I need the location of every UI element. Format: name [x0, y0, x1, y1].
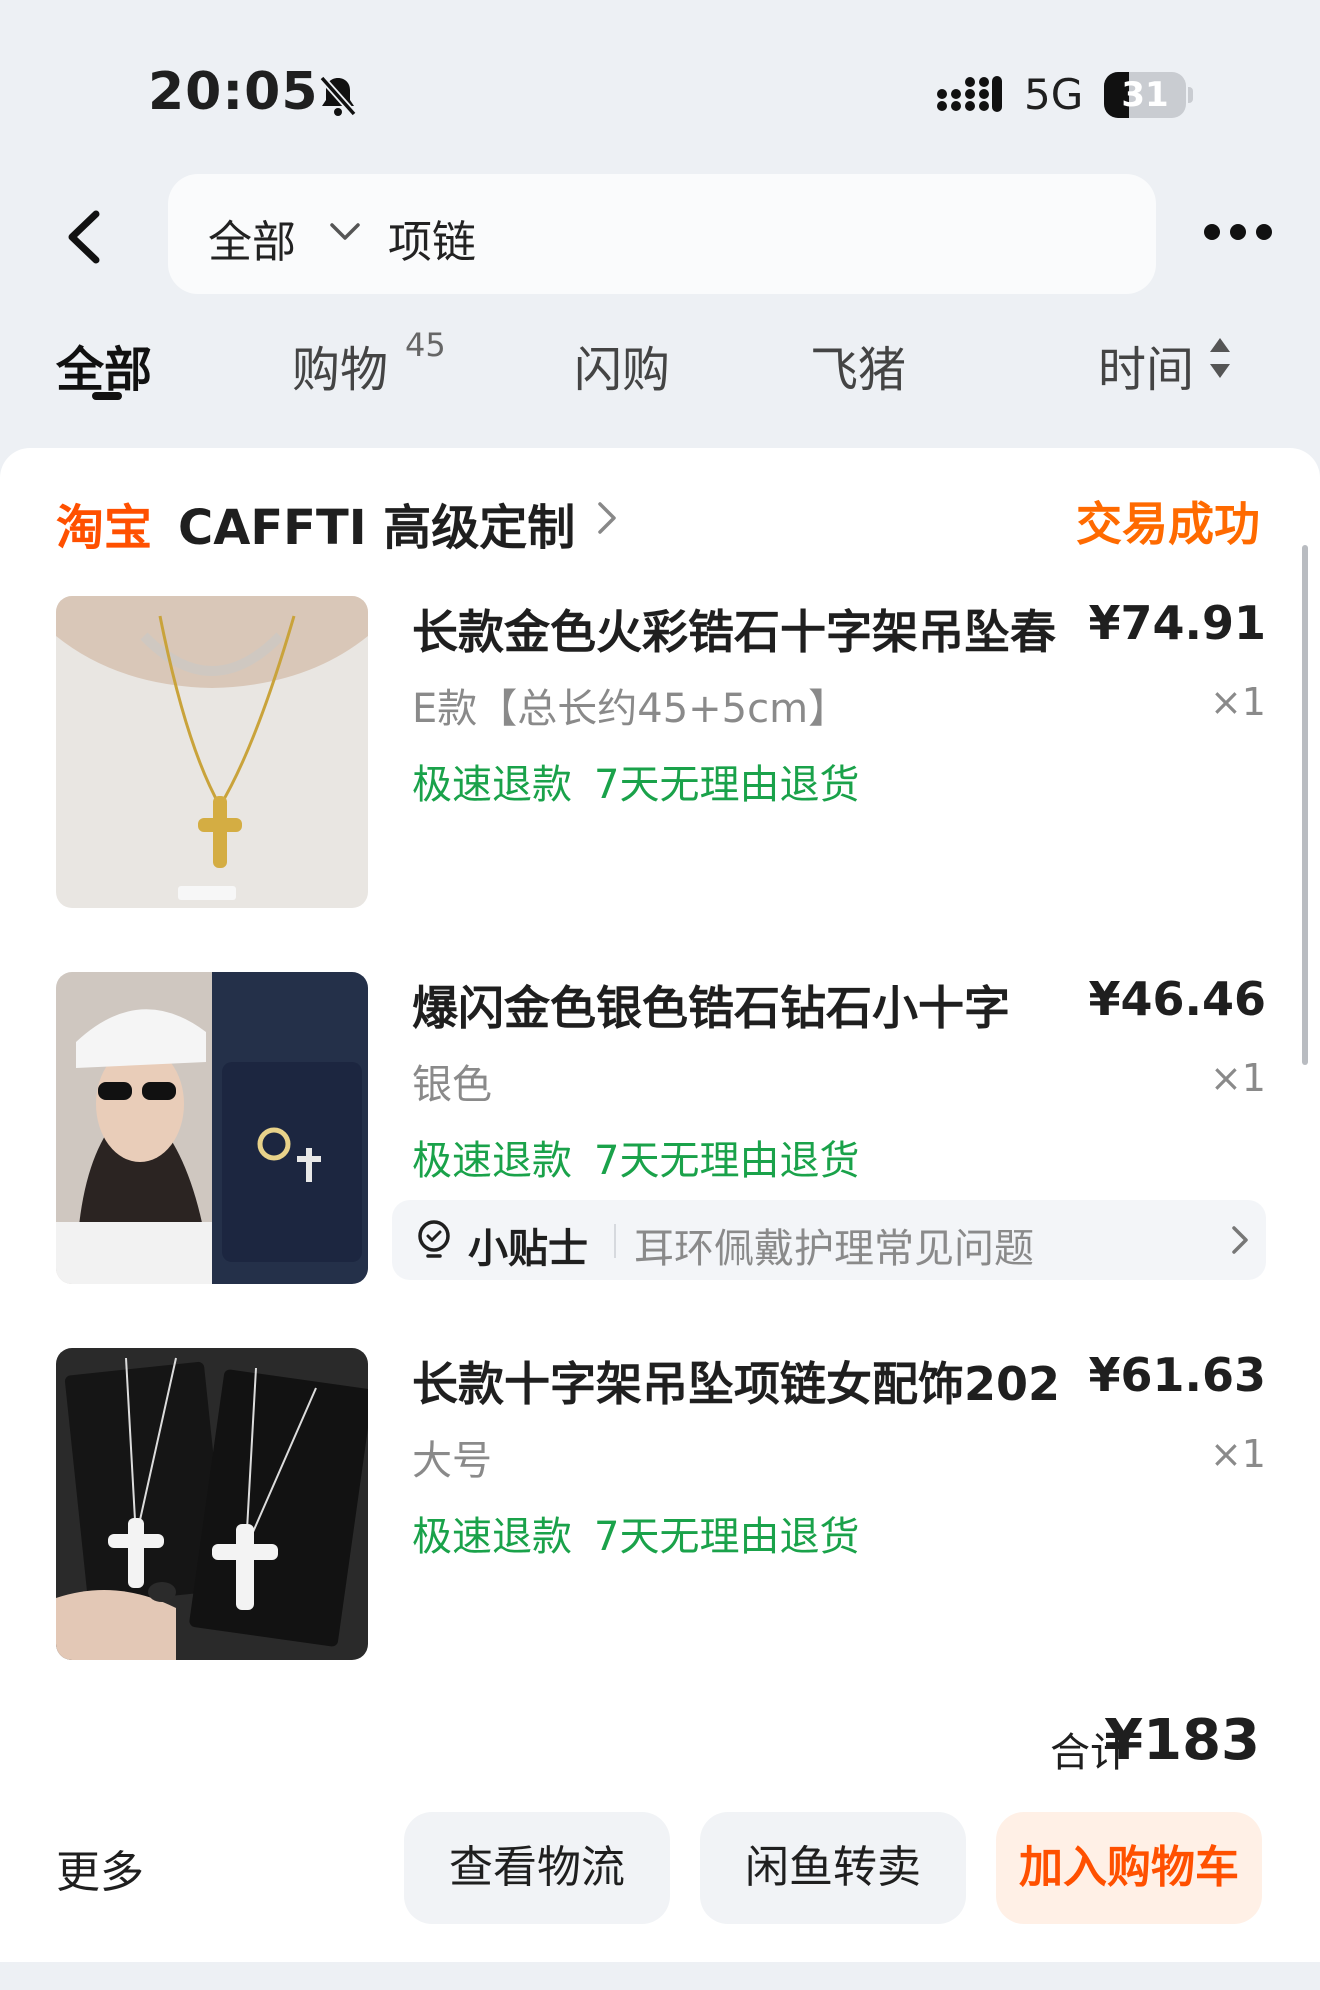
product-sku: 银色	[412, 1062, 492, 1108]
more-options-icon[interactable]	[1200, 218, 1276, 248]
tab-shopping[interactable]: 购物	[292, 330, 388, 400]
product-price: ¥74.91	[1088, 596, 1266, 650]
product-sku: 大号	[412, 1438, 492, 1484]
product-title[interactable]: 长款金色火彩锆石十字架吊坠春	[412, 596, 1092, 662]
product-quantity: ×1	[1209, 1056, 1266, 1100]
tip-divider	[614, 1224, 616, 1258]
order-item[interactable]: 爆闪金色银色锆石钻石小十字 ¥46.46 银色 ×1 极速退款 7天无理由退货 小…	[56, 972, 1266, 1292]
product-sku: E款【总长约45+5cm】	[412, 686, 849, 732]
shop-name[interactable]: CAFFTI 高级定制	[178, 488, 575, 558]
status-time: 20:05	[148, 62, 319, 122]
search-input[interactable]: 项链	[388, 206, 476, 270]
product-price: ¥61.63	[1088, 1348, 1266, 1402]
product-image[interactable]	[56, 596, 368, 908]
xianyu-resell-button[interactable]: 闲鱼转卖	[700, 1812, 966, 1924]
status-bar: 20:05 5G 31	[0, 0, 1320, 170]
fast-refund-badge: 极速退款	[412, 762, 572, 808]
chevron-right-icon[interactable]	[596, 500, 618, 536]
product-title[interactable]: 爆闪金色银色锆石钻石小十字	[412, 972, 1092, 1038]
battery-level: 31	[1121, 75, 1169, 115]
next-card-edge	[0, 1962, 1320, 1990]
battery-icon: 31	[1104, 72, 1193, 118]
seven-day-return-badge: 7天无理由退货	[594, 1514, 860, 1560]
product-image[interactable]	[56, 1348, 368, 1660]
care-tip-bar[interactable]: 小贴士 耳环佩戴护理常见问题	[392, 1200, 1266, 1280]
fast-refund-badge: 极速退款	[412, 1138, 572, 1184]
back-arrow-icon[interactable]	[56, 202, 116, 272]
fast-refund-badge: 极速退款	[412, 1514, 572, 1560]
more-actions-button[interactable]: 更多	[56, 1836, 144, 1900]
product-title[interactable]: 长款十字架吊坠项链女配饰202	[412, 1348, 1092, 1414]
service-badges: 极速退款 7天无理由退货	[412, 752, 881, 810]
sort-icon[interactable]	[1208, 336, 1232, 380]
active-tab-indicator	[92, 392, 122, 400]
tab-all[interactable]: 全部	[56, 330, 152, 400]
shopping-count-badge: 45	[405, 326, 446, 364]
search-bar[interactable]: 全部 项链	[168, 174, 1156, 294]
product-quantity: ×1	[1209, 680, 1266, 724]
seven-day-return-badge: 7天无理由退货	[594, 762, 860, 808]
scrollbar[interactable]	[1302, 545, 1308, 1065]
view-logistics-button[interactable]: 查看物流	[404, 1812, 670, 1924]
add-to-cart-button[interactable]: 加入购物车	[996, 1812, 1262, 1924]
product-image[interactable]	[56, 972, 368, 1284]
order-item[interactable]: 长款十字架吊坠项链女配饰202 ¥61.63 大号 ×1 极速退款 7天无理由退货	[56, 1348, 1266, 1668]
taobao-logo: 淘宝	[56, 500, 153, 556]
order-item[interactable]: 长款金色火彩锆石十字架吊坠春 ¥74.91 E款【总长约45+5cm】 ×1 极…	[56, 596, 1266, 916]
tip-label: 小贴士	[468, 1226, 588, 1272]
chevron-right-icon[interactable]	[1230, 1224, 1250, 1256]
tab-time-sort[interactable]: 时间	[1098, 330, 1194, 400]
filter-tabs: 全部 购物 闪购 飞猪 时间	[0, 320, 1320, 430]
tab-flash-buy[interactable]: 闪购	[574, 330, 670, 400]
service-badges: 极速退款 7天无理由退货	[412, 1128, 881, 1186]
order-card[interactable]: 淘宝 CAFFTI 高级定制 交易成功 长款金色火彩锆石十字架吊坠春 ¥74.9…	[0, 448, 1320, 1990]
total-amount: ¥183	[1104, 1708, 1260, 1773]
lightbulb-tip-icon	[418, 1220, 450, 1258]
tip-text[interactable]: 耳环佩戴护理常见问题	[634, 1216, 1034, 1274]
order-status: 交易成功	[1076, 497, 1260, 551]
cellular-signal-icon	[937, 76, 1002, 112]
bell-muted-icon	[319, 75, 357, 117]
search-scope-selector[interactable]: 全部	[208, 206, 296, 270]
seven-day-return-badge: 7天无理由退货	[594, 1138, 860, 1184]
service-badges: 极速退款 7天无理由退货	[412, 1504, 881, 1562]
chevron-down-icon[interactable]	[328, 220, 362, 244]
product-price: ¥46.46	[1088, 972, 1266, 1026]
tab-fliggy[interactable]: 飞猪	[810, 330, 906, 400]
product-quantity: ×1	[1209, 1432, 1266, 1476]
network-type: 5G	[1024, 70, 1084, 119]
